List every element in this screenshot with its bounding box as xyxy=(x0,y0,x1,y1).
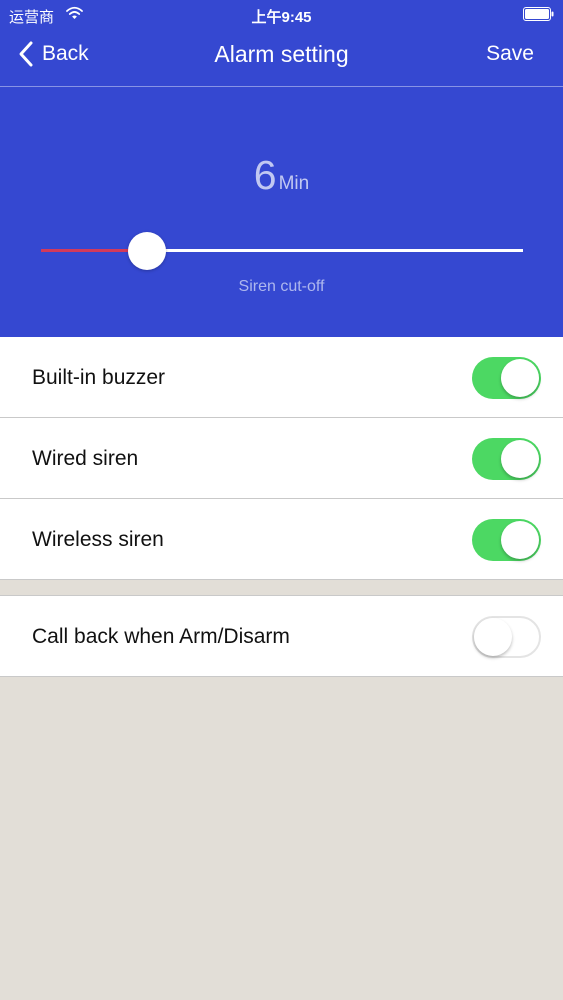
setting-row-call-back: Call back when Arm/Disarm xyxy=(0,596,563,677)
siren-cutoff-unit: Min xyxy=(278,173,310,194)
nav-divider xyxy=(0,86,563,87)
toggle-knob xyxy=(501,440,539,478)
alarm-setting-screen: 运营商 上午9:45 Back Alarm setting Save 6 Min… xyxy=(0,0,563,1000)
siren-cutoff-value: 6 xyxy=(253,152,277,198)
toggle-knob xyxy=(501,521,539,559)
siren-cutoff-panel: 运营商 上午9:45 Back Alarm setting Save 6 Min… xyxy=(0,0,563,337)
setting-row-built-in-buzzer: Built-in buzzer xyxy=(0,337,563,418)
call-back-toggle[interactable] xyxy=(472,616,541,658)
callback-settings-group: Call back when Arm/Disarm xyxy=(0,595,563,677)
toggle-knob xyxy=(501,359,539,397)
siren-cutoff-readout: 6 Min xyxy=(0,152,563,199)
navigation-bar: Back Alarm setting Save xyxy=(0,30,563,86)
siren-settings-group: Built-in buzzer Wired siren Wireless sir… xyxy=(0,337,563,580)
setting-label: Wireless siren xyxy=(32,528,164,551)
slider-thumb[interactable] xyxy=(128,232,167,270)
setting-row-wired-siren: Wired siren xyxy=(0,418,563,499)
setting-label: Call back when Arm/Disarm xyxy=(32,625,290,648)
battery-icon xyxy=(523,7,554,21)
built-in-buzzer-toggle[interactable] xyxy=(472,357,541,399)
wireless-siren-toggle[interactable] xyxy=(472,519,541,561)
siren-cutoff-caption: Siren cut-off xyxy=(238,278,325,295)
page-title: Alarm setting xyxy=(214,41,349,67)
setting-row-wireless-siren: Wireless siren xyxy=(0,499,563,580)
siren-cutoff-slider[interactable] xyxy=(41,232,523,270)
status-time: 上午9:45 xyxy=(251,9,312,26)
setting-label: Built-in buzzer xyxy=(32,366,166,389)
setting-label: Wired siren xyxy=(32,447,139,470)
wired-siren-toggle[interactable] xyxy=(472,438,541,480)
toggle-knob xyxy=(474,618,512,656)
save-button[interactable]: Save xyxy=(486,42,534,66)
status-bar: 运营商 上午9:45 xyxy=(0,0,563,30)
